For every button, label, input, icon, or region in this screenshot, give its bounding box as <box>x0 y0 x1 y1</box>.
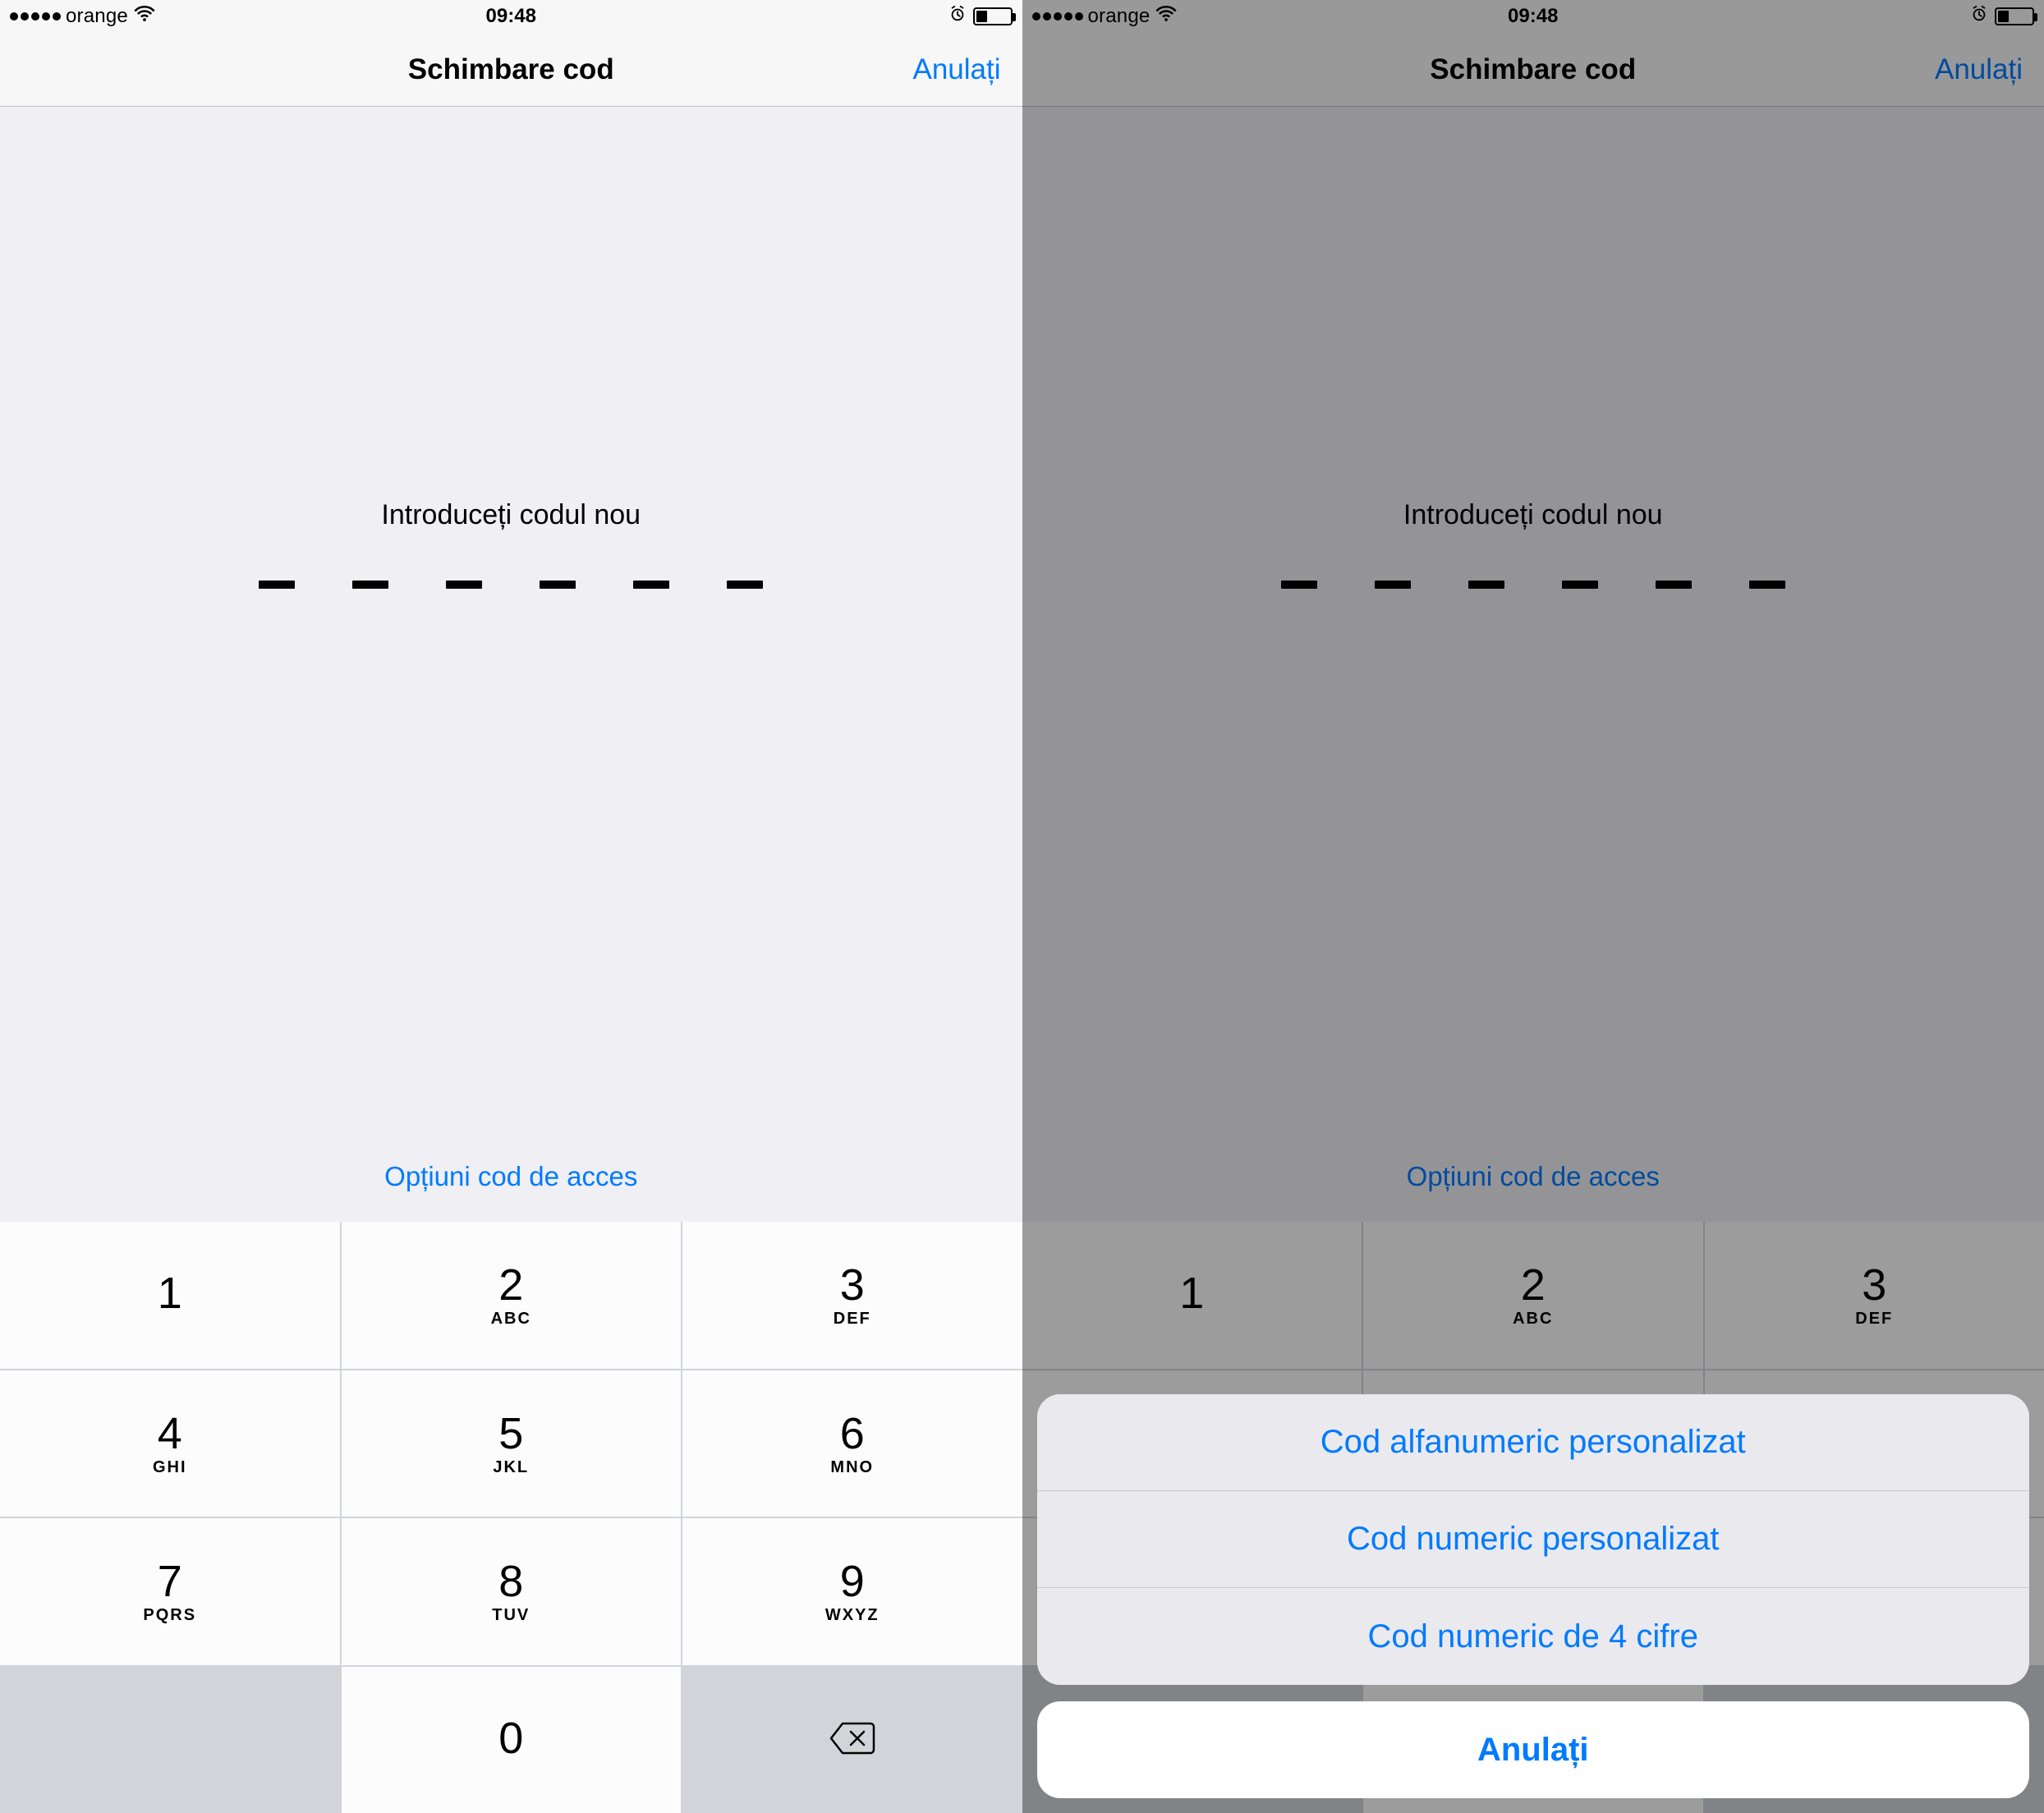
passcode-options-sheet: Cod alfanumeric personalizat Cod numeric… <box>1037 1394 2030 1798</box>
key-7[interactable]: 7PQRS <box>0 1518 340 1665</box>
backspace-key[interactable] <box>682 1667 1022 1813</box>
nav-bar: Schimbare cod Anulați <box>0 33 1022 107</box>
key-empty <box>0 1667 340 1813</box>
cancel-button[interactable]: Anulați <box>912 53 1000 86</box>
passcode-options-link[interactable]: Opțiuni cod de acces <box>1407 1161 1660 1192</box>
key-3[interactable]: 3DEF <box>1705 1222 2044 1369</box>
key-1[interactable]: 1 <box>1022 1222 1362 1369</box>
page-title: Schimbare cod <box>1430 53 1636 86</box>
sheet-cancel-button[interactable]: Anulați <box>1037 1701 2030 1798</box>
carrier-label: orange <box>66 5 128 28</box>
wifi-icon <box>133 2 156 31</box>
passcode-options-link[interactable]: Opțiuni cod de acces <box>384 1161 637 1192</box>
prompt-label: Introduceți codul nou <box>381 499 641 531</box>
battery-icon <box>973 7 1013 25</box>
screen-right: orange 09:48 Schimbare cod Anulați Intro… <box>1022 0 2044 1813</box>
alarm-icon <box>949 5 967 29</box>
key-5[interactable]: 5JKL <box>342 1370 682 1517</box>
sheet-options-group: Cod alfanumeric personalizat Cod numeric… <box>1037 1394 2030 1685</box>
wifi-icon <box>1155 2 1178 31</box>
prompt-label: Introduceți codul nou <box>1403 499 1663 531</box>
screen-left: orange 09:48 Schimbare cod Anulați Intro… <box>0 0 1022 1813</box>
content-area: Introduceți codul nou Opțiuni cod de acc… <box>0 107 1022 1813</box>
passcode-dashes <box>259 581 763 589</box>
key-0[interactable]: 0 <box>342 1667 682 1813</box>
backspace-icon <box>828 1720 877 1760</box>
carrier-label: orange <box>1088 5 1151 28</box>
key-2[interactable]: 2ABC <box>342 1222 682 1369</box>
option-custom-numeric[interactable]: Cod numeric personalizat <box>1037 1491 2030 1588</box>
battery-icon <box>1995 7 2034 25</box>
status-bar: orange 09:48 <box>0 0 1022 33</box>
status-time: 09:48 <box>1508 5 1558 28</box>
key-6[interactable]: 6MNO <box>682 1370 1022 1517</box>
status-time: 09:48 <box>486 5 536 28</box>
page-title: Schimbare cod <box>408 53 614 86</box>
passcode-dashes <box>1281 581 1785 589</box>
signal-dots-icon <box>1032 12 1083 21</box>
option-4digit[interactable]: Cod numeric de 4 cifre <box>1037 1588 2030 1685</box>
key-9[interactable]: 9WXYZ <box>682 1518 1022 1665</box>
status-bar: orange 09:48 <box>1022 0 2044 33</box>
key-2[interactable]: 2ABC <box>1363 1222 1703 1369</box>
option-alphanumeric[interactable]: Cod alfanumeric personalizat <box>1037 1394 2030 1491</box>
cancel-button[interactable]: Anulați <box>1935 53 2023 86</box>
key-8[interactable]: 8TUV <box>342 1518 682 1665</box>
key-1[interactable]: 1 <box>0 1222 340 1369</box>
key-3[interactable]: 3DEF <box>682 1222 1022 1369</box>
numeric-keypad: 1 2ABC 3DEF 4GHI 5JKL 6MNO 7PQRS 8TUV 9W… <box>0 1222 1022 1813</box>
key-4[interactable]: 4GHI <box>0 1370 340 1517</box>
signal-dots-icon <box>10 12 61 21</box>
nav-bar: Schimbare cod Anulați <box>1022 33 2044 107</box>
alarm-icon <box>1970 5 1988 29</box>
